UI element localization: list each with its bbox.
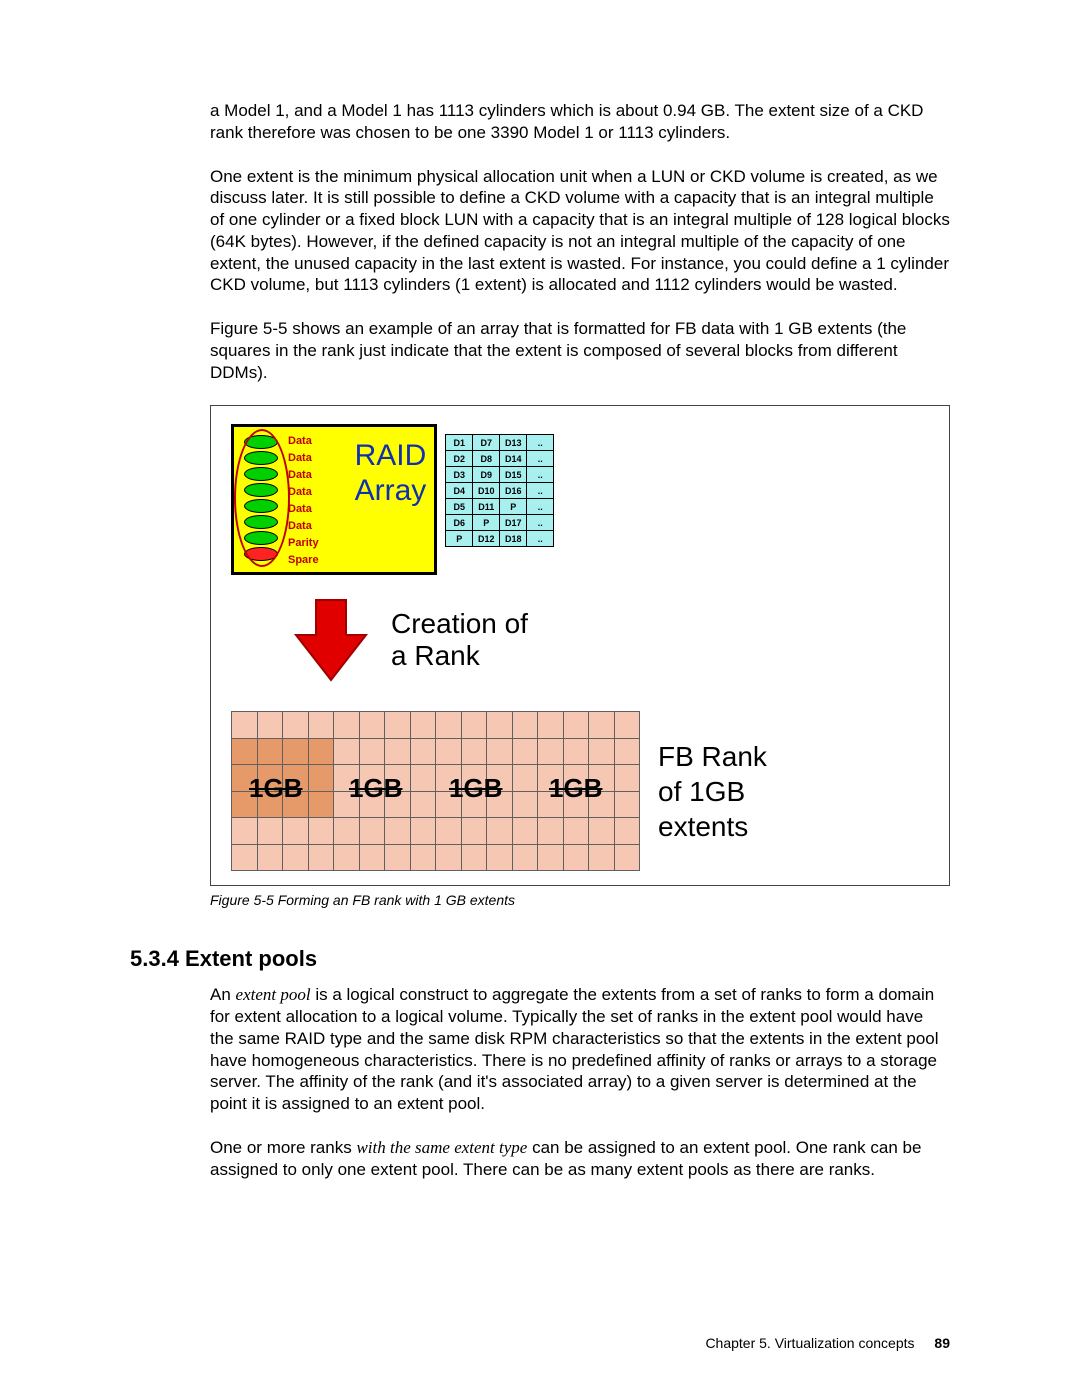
fb-line3: extents — [658, 809, 767, 844]
page-footer: Chapter 5. Virtualization concepts 89 — [705, 1335, 950, 1351]
disk-icon — [244, 483, 278, 497]
stripe-cell: D16 — [500, 483, 527, 499]
stripe-cell: .. — [527, 435, 554, 451]
footer-chapter: Chapter 5. Virtualization concepts — [705, 1335, 914, 1351]
raid-title-line1: RAID — [355, 439, 427, 474]
extent-1gb-label: 1GB — [549, 773, 602, 804]
disk-column — [240, 433, 282, 563]
stripe-cell: D7 — [473, 435, 500, 451]
italic-term: with the same extent type — [356, 1138, 527, 1157]
stripe-cell: D1 — [446, 435, 473, 451]
stripe-cell: D13 — [500, 435, 527, 451]
disk-label: Data — [288, 469, 319, 481]
disk-icon — [244, 467, 278, 481]
stripe-cell: D5 — [446, 499, 473, 515]
stripe-cell: D8 — [473, 451, 500, 467]
disk-label: Data — [288, 486, 319, 498]
stripe-cell: .. — [527, 515, 554, 531]
creation-line2: a Rank — [391, 640, 528, 672]
stripe-cell: D17 — [500, 515, 527, 531]
extent-1gb-label: 1GB — [349, 773, 402, 804]
stripe-cell: P — [500, 499, 527, 515]
body-text-2: An extent pool is a logical construct to… — [210, 984, 950, 1180]
stripe-cell: .. — [527, 531, 554, 547]
text: is a logical construct to aggregate the … — [210, 985, 939, 1113]
stripe-cell: .. — [527, 467, 554, 483]
paragraph-2: One extent is the minimum physical alloc… — [210, 166, 950, 297]
disk-icon — [244, 435, 278, 449]
paragraph-3: Figure 5-5 shows an example of an array … — [210, 318, 950, 383]
paragraph-extent-pool: An extent pool is a logical construct to… — [210, 984, 950, 1115]
stripe-cell: D11 — [473, 499, 500, 515]
body-text: a Model 1, and a Model 1 has 1113 cylind… — [210, 100, 950, 383]
stripe-cell: D10 — [473, 483, 500, 499]
figure-5-5: Data Data Data Data Data Data Parity Spa… — [210, 405, 950, 886]
page: a Model 1, and a Model 1 has 1113 cylind… — [0, 0, 1080, 1397]
disk-labels: Data Data Data Data Data Data Parity Spa… — [288, 433, 319, 566]
italic-term: extent pool — [236, 985, 311, 1004]
disk-icon — [244, 499, 278, 513]
disk-label: Data — [288, 435, 319, 447]
stripe-table: D1D7D13.. D2D8D14.. D3D9D15.. D4D10D16..… — [445, 434, 554, 547]
stripe-cell: D6 — [446, 515, 473, 531]
disk-icon — [244, 451, 278, 465]
fb-line1: FB Rank — [658, 739, 767, 774]
stripe-cell: .. — [527, 499, 554, 515]
text: One or more ranks — [210, 1138, 356, 1157]
stripe-cell: P — [446, 531, 473, 547]
extent-1gb-label: 1GB — [249, 773, 302, 804]
creation-label: Creation of a Rank — [391, 608, 528, 672]
stripe-cell: .. — [527, 451, 554, 467]
disk-icon — [244, 515, 278, 529]
stripe-cell: .. — [527, 483, 554, 499]
stripe-cell: D12 — [473, 531, 500, 547]
paragraph-ranks: One or more ranks with the same extent t… — [210, 1137, 950, 1181]
extent-grid-wrap: 1GB 1GB 1GB 1GB — [231, 711, 640, 871]
stripe-cell: D3 — [446, 467, 473, 483]
raid-array-box: Data Data Data Data Data Data Parity Spa… — [231, 424, 437, 575]
stripe-cell: P — [473, 515, 500, 531]
disk-label: Spare — [288, 554, 319, 566]
stripe-cell: D4 — [446, 483, 473, 499]
footer-page-number: 89 — [934, 1335, 950, 1351]
disk-icon — [244, 531, 278, 545]
stripe-cell: D15 — [500, 467, 527, 483]
disk-label: Data — [288, 452, 319, 464]
section-heading-extent-pools: 5.3.4 Extent pools — [130, 946, 950, 972]
disk-label: Parity — [288, 537, 319, 549]
figure-caption: Figure 5-5 Forming an FB rank with 1 GB … — [210, 892, 950, 908]
raid-title-line2: Array — [355, 474, 427, 509]
creation-line1: Creation of — [391, 608, 528, 640]
raid-title: RAID Array — [355, 433, 427, 508]
stripe-cell: D18 — [500, 531, 527, 547]
stripe-cell: D14 — [500, 451, 527, 467]
extents-row: 1GB 1GB 1GB 1GB FB Rank of 1GB extents — [231, 711, 929, 871]
paragraph-1: a Model 1, and a Model 1 has 1113 cylind… — [210, 100, 950, 144]
disk-label: Data — [288, 520, 319, 532]
fb-rank-label: FB Rank of 1GB extents — [658, 739, 767, 844]
fb-line2: of 1GB — [658, 774, 767, 809]
text: An — [210, 985, 236, 1004]
stripe-cell: D2 — [446, 451, 473, 467]
stripe-cell: D9 — [473, 467, 500, 483]
raid-array-row: Data Data Data Data Data Data Parity Spa… — [231, 424, 929, 575]
down-arrow-icon — [291, 595, 371, 685]
spare-disk-icon — [244, 547, 278, 561]
disk-label: Data — [288, 503, 319, 515]
extent-1gb-label: 1GB — [449, 773, 502, 804]
arrow-row: Creation of a Rank — [291, 595, 929, 685]
